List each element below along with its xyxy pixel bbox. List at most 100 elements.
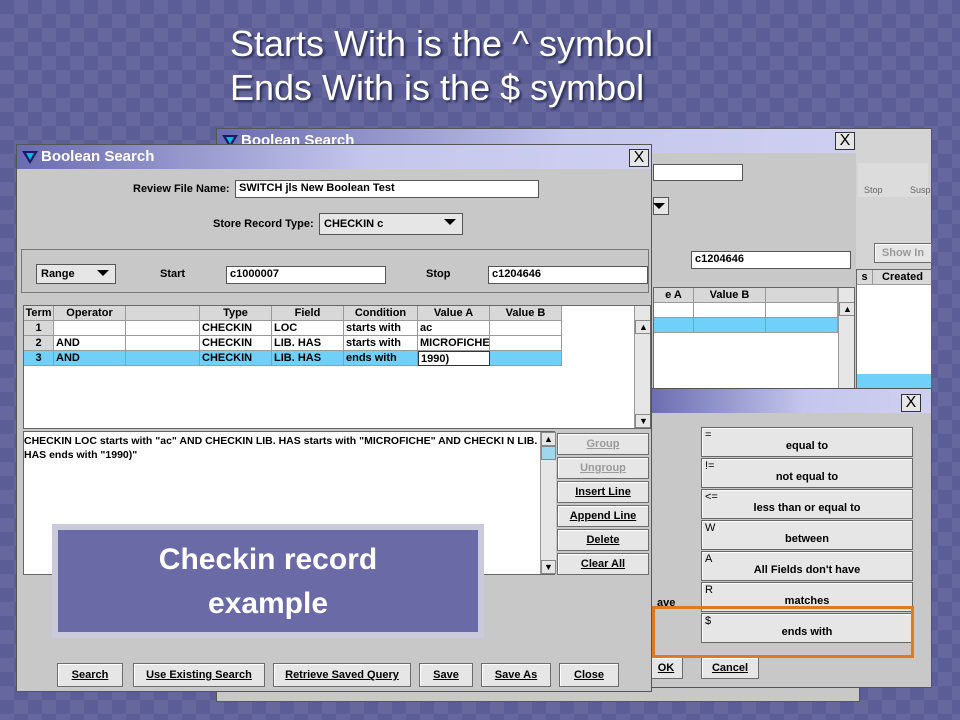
back-toolbar: Stop Susp	[858, 163, 931, 197]
table-scrollbar[interactable]: ▲ ▼	[634, 306, 650, 428]
back-grid-row[interactable]	[654, 303, 854, 318]
insert-line-button[interactable]: Insert Line	[557, 481, 649, 503]
operator-equal-to-button[interactable]: = equal to	[701, 427, 913, 457]
review-file-label: Review File Name:	[133, 183, 230, 195]
retrieve-saved-query-button[interactable]: Retrieve Saved Query	[273, 663, 411, 687]
table-cell	[490, 351, 562, 366]
range-value: Range	[41, 268, 75, 280]
show-button[interactable]: Show In	[874, 243, 932, 263]
conditions-table[interactable]: Term Operator Type Field Condition Value A Val…	[23, 305, 651, 429]
title-line-2: Ends With is the $ symbol	[230, 67, 645, 108]
query-scrollbar[interactable]: ▲ ▼	[540, 432, 556, 574]
column-header[interactable]: Condition	[344, 306, 418, 321]
table-cell	[126, 336, 200, 351]
back-col-value-b: Value B	[694, 288, 766, 303]
scroll-thumb[interactable]	[541, 446, 556, 460]
save-button[interactable]: Save	[419, 663, 473, 687]
table-cell: AND	[54, 336, 126, 351]
column-header[interactable]: Value B	[490, 306, 562, 321]
table-cell: LIB. HAS	[272, 336, 344, 351]
cancel-button[interactable]: Cancel	[701, 657, 759, 679]
store-record-type-select[interactable]: CHECKIN c	[319, 213, 463, 235]
query-text: CHECKIN LOC starts with "ac" AND CHECKIN…	[24, 435, 538, 461]
table-cell	[126, 351, 200, 366]
back-col-value-a: e A	[654, 288, 694, 303]
group-button[interactable]: Group	[557, 433, 649, 455]
ends-with-highlight-box	[652, 606, 914, 658]
column-header[interactable]: Operator	[54, 306, 126, 321]
ok-button[interactable]: OK	[649, 657, 683, 679]
table-cell: 2	[24, 336, 54, 351]
review-file-name-field[interactable]: SWITCH jls New Boolean Test	[235, 180, 539, 198]
close-button[interactable]: Close	[559, 663, 619, 687]
scroll-up-icon[interactable]: ▲	[635, 320, 650, 334]
back-stop-field[interactable]: c1204646	[691, 251, 851, 269]
back-grid-row-selected[interactable]	[654, 318, 854, 333]
column-header[interactable]: Field	[272, 306, 344, 321]
chevron-down-icon	[97, 270, 109, 276]
table-row[interactable]: 1 CHECKIN LOC starts with ac	[24, 321, 636, 336]
operator-label: equal to	[785, 440, 829, 452]
operator-dialog-close-button[interactable]: X	[901, 394, 921, 412]
column-header[interactable]	[126, 306, 200, 321]
use-existing-search-button[interactable]: Use Existing Search	[133, 663, 265, 687]
scroll-up-icon[interactable]: ▲	[839, 302, 854, 316]
table-cell: AND	[54, 351, 126, 366]
back-col-created: Created	[873, 270, 931, 285]
slide-title: Starts With is the ^ symbol Ends With is…	[230, 22, 653, 110]
operator-label: All Fields don't have	[753, 564, 861, 576]
back-review-field[interactable]	[653, 164, 743, 181]
search-button[interactable]: Search	[57, 663, 123, 687]
table-cell: 1	[24, 321, 54, 336]
save-as-button[interactable]: Save As	[481, 663, 551, 687]
operator-between-button[interactable]: Wbetween	[701, 520, 913, 550]
table-row[interactable]: 3 AND CHECKIN LIB. HAS ends with 1990)	[24, 351, 636, 366]
operator-all-fields-don-t-have-button[interactable]: A All Fields don't have	[701, 551, 913, 581]
column-header[interactable]: Term	[24, 306, 54, 321]
chevron-down-icon	[444, 219, 456, 225]
column-header[interactable]: Type	[200, 306, 272, 321]
table-cell: 3	[24, 351, 54, 366]
operator-not-equal-to-button[interactable]: != not equal to	[701, 458, 913, 488]
table-cell	[126, 321, 200, 336]
operator-label: between	[784, 533, 829, 545]
close-window-button[interactable]: X	[629, 149, 649, 167]
empty-row	[24, 381, 636, 396]
table-cell	[490, 336, 562, 351]
scroll-up-icon[interactable]: ▲	[541, 432, 556, 446]
table-row[interactable]: 2 AND CHECKIN LIB. HAS starts with MICROFICHE	[24, 336, 636, 351]
back-store-combo[interactable]	[653, 197, 669, 215]
table-cell: LIB. HAS	[272, 351, 344, 366]
operator-label: less than or equal to	[753, 502, 861, 514]
back-close-button[interactable]: X	[835, 132, 855, 150]
range-select[interactable]: Range	[36, 264, 116, 284]
scroll-down-icon[interactable]: ▼	[635, 414, 650, 428]
table-cell	[490, 321, 562, 336]
back-right-header: s Created	[857, 270, 931, 285]
empty-row	[24, 366, 636, 381]
stop-toolbar-button[interactable]: Stop	[864, 185, 883, 195]
title-bar: Boolean Search	[17, 145, 651, 169]
callout-line-2: example	[207, 587, 329, 620]
ungroup-button[interactable]: Ungroup	[557, 457, 649, 479]
table-cell: MICROFICHE	[418, 336, 490, 351]
clear-all-button[interactable]: Clear All	[557, 553, 649, 575]
table-cell: CHECKIN	[200, 351, 272, 366]
append-line-button[interactable]: Append Line	[557, 505, 649, 527]
operator-label: not equal to	[775, 471, 839, 483]
store-record-type-value: CHECKIN c	[324, 218, 384, 230]
start-field[interactable]: c1000007	[226, 266, 386, 284]
range-panel: Range Start c1000007 Stop c1204646	[21, 249, 649, 293]
back-grid-header: e A Value B	[654, 288, 854, 303]
delete-button[interactable]: Delete	[557, 529, 649, 551]
scroll-down-icon[interactable]: ▼	[541, 560, 556, 574]
back-right-selected-row[interactable]	[857, 374, 931, 388]
suspend-toolbar-button[interactable]: Susp	[910, 185, 931, 195]
back-window-right-panel: Stop Susp Show In s Created	[856, 128, 932, 389]
operator-less-than-or-equal-to-button[interactable]: <= less than or equal to	[701, 489, 913, 519]
table-cell[interactable]: 1990)	[418, 351, 490, 366]
column-header[interactable]: Value A	[418, 306, 490, 321]
stop-field[interactable]: c1204646	[488, 266, 648, 284]
table-header: Term Operator Type Field Condition Value A Val…	[24, 306, 636, 321]
back-right-grid: s Created	[856, 269, 932, 389]
